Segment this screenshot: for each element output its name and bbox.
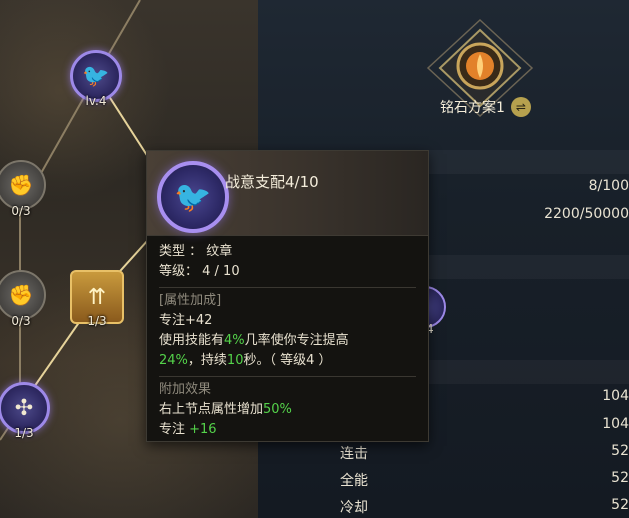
node-progress-label: 0/3 [11,314,31,328]
stat-name-combo: 连击 [340,446,368,462]
extra-value: +16 [189,422,217,437]
stat-value: 52 [611,470,629,486]
node-progress-label: 0/3 [11,204,31,218]
extra-value: 50% [263,402,292,417]
effect-text: ，持续 [187,353,227,368]
stat-value: 2200/50000 [544,206,629,222]
effect-chance: 4% [224,333,245,348]
divider [159,287,416,288]
effect-duration: 10 [226,353,244,368]
tooltip-title: 战意支配4/10 [225,173,319,191]
stat-value: 52 [611,443,629,459]
effect-text: 几率使你专注提高 [244,333,349,348]
swap-icon[interactable]: ⇌ [510,97,531,117]
bird-icon: 🐦 [157,161,229,233]
skill-node-top[interactable]: 🐦 lv.4 [70,50,122,108]
tooltip-body: 类型 ： 纹章 等级： 4 / 10 [属性加成] 专注+42 使用技能有4%几… [147,236,428,446]
stat-value: 52 [611,497,629,513]
skill-node-bottom[interactable]: ✣ 1/3 [0,382,50,440]
extra-text: 专注 [159,422,190,437]
node-level-label: lv.4 [85,94,107,108]
skill-node-gold[interactable]: ⇈ 1/3 [70,270,124,328]
skill-tooltip: 🐦 战意支配4/10 类型 ： 纹章 等级： 4 / 10 [属性加成] 专注+… [146,150,429,442]
effect-description: 使用技能有4%几率使你专注提高 24%，持续10秒。（ 等级4 ） [159,331,416,371]
node-progress-label: 1/3 [87,314,107,328]
attr-line: 专注+42 [159,313,213,328]
attr-header: [属性加成] [159,293,222,308]
node-progress-label: 1/3 [14,426,34,440]
extra-text: 右上节点属性增加 [159,402,264,417]
stat-value: 104 [602,416,629,432]
stat-value: 8/100 [588,178,629,194]
tooltip-level: 等级： 4 / 10 [159,264,240,279]
effect-text: 秒。（ 等级4 ） [243,353,332,368]
effect-bonus: 24% [159,353,188,368]
extra-header: 附加效果 [159,382,212,397]
tooltip-header: 🐦 战意支配4/10 [147,151,428,236]
stat-name-cooldown: 冷却 [340,500,368,516]
stat-name-versatility: 全能 [340,473,368,489]
effect-text: 使用技能有 [159,333,225,348]
rune-scheme-title: 铭石方案1 [440,100,505,116]
extra-line-2: 专注 +16 [159,420,416,440]
divider [159,376,416,377]
tooltip-type: 类型 ： 纹章 [159,244,233,259]
stat-value: 104 [602,388,629,404]
rune-scheme-selector[interactable]: 铭石方案1 ⇌ [440,96,531,118]
extra-line-1: 右上节点属性增加50% [159,400,416,420]
